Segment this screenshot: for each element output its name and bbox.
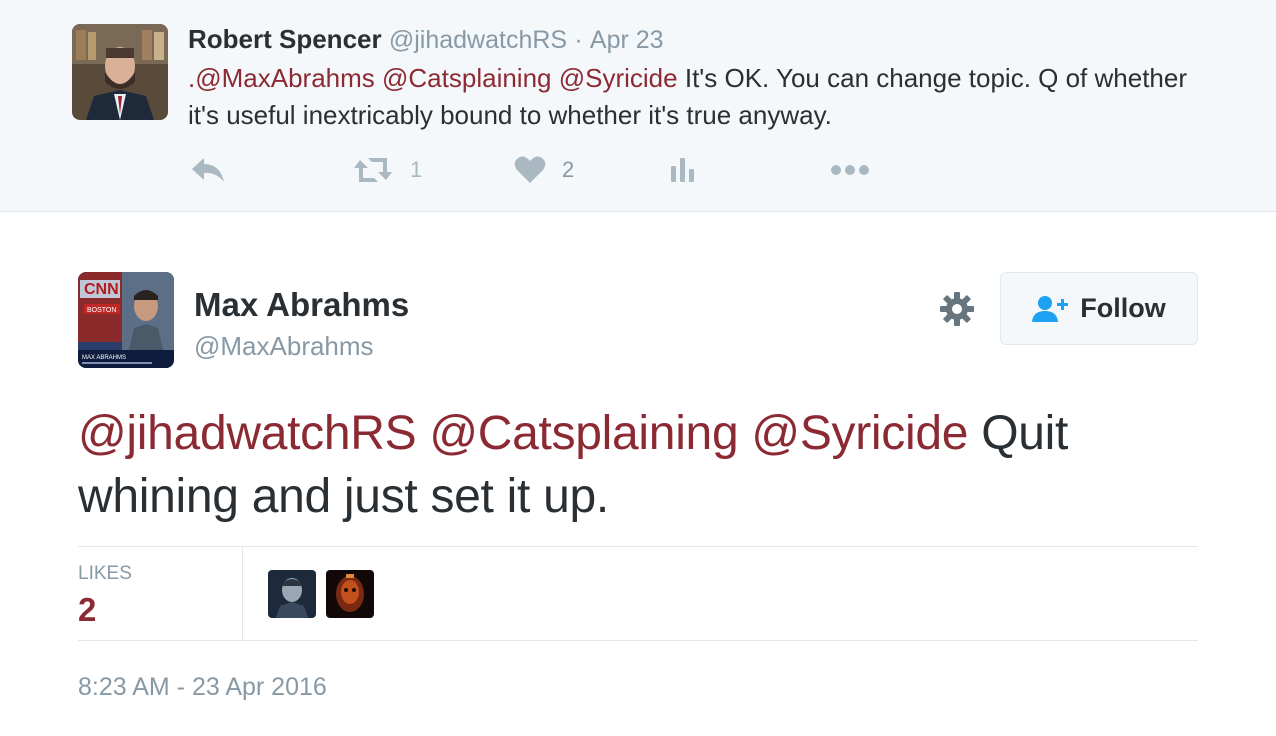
parent-date[interactable]: Apr 23 <box>590 26 664 54</box>
likes-count: 2 <box>78 591 97 628</box>
more-dots-icon <box>831 165 869 175</box>
likes-stat[interactable]: LIKES 2 <box>78 547 243 640</box>
main-screen-name[interactable]: @MaxAbrahms <box>194 331 374 362</box>
svg-text:CNN: CNN <box>84 281 119 298</box>
separator-dot: · <box>574 26 583 54</box>
main-tweet-text: @jihadwatchRS @Catsplaining @Syricide Qu… <box>78 402 1198 528</box>
tweet-stats: LIKES 2 <box>78 546 1198 641</box>
follow-label: Follow <box>1080 293 1166 323</box>
like-count: 2 <box>562 157 575 182</box>
retweet-icon <box>354 158 392 182</box>
svg-text:BOSTON: BOSTON <box>87 307 116 314</box>
parent-tweet: Robert Spencer @jihadwatchRS · Apr 23 .@… <box>0 0 1276 212</box>
liker-avatar[interactable] <box>268 570 316 618</box>
mention-link[interactable]: @Syricide <box>559 63 678 93</box>
parent-tweet-text: .@MaxAbrahms @Catsplaining @Syricide It'… <box>188 60 1208 134</box>
reply-icon <box>192 158 224 182</box>
likes-label: LIKES <box>78 563 132 584</box>
retweet-button[interactable]: 1 <box>352 148 422 192</box>
main-fullname[interactable]: Max Abrahms <box>194 286 409 324</box>
mention-link[interactable]: @Catsplaining <box>429 407 738 460</box>
like-button[interactable]: 2 <box>514 148 574 192</box>
parent-header: Robert Spencer @jihadwatchRS · Apr 23 <box>188 24 664 54</box>
follow-button[interactable]: Follow <box>1000 272 1198 345</box>
liker-avatar[interactable] <box>326 570 374 618</box>
mention-link[interactable]: @jihadwatchRS <box>78 407 417 460</box>
mention-link[interactable]: @Catsplaining <box>382 63 551 93</box>
parent-screen-name[interactable]: @jihadwatchRS <box>389 26 567 54</box>
more-button[interactable] <box>830 148 870 192</box>
mention-link[interactable]: @Syricide <box>751 407 968 460</box>
tweet-timestamp[interactable]: 8:23 AM - 23 Apr 2016 <box>78 673 327 702</box>
main-avatar[interactable]: CNN BOSTON MAX ABRAHMS <box>78 272 174 368</box>
svg-text:MAX ABRAHMS: MAX ABRAHMS <box>82 355 126 361</box>
gear-icon <box>940 292 974 326</box>
retweet-count: 1 <box>410 157 423 182</box>
analytics-button[interactable] <box>670 148 696 192</box>
mention-link[interactable]: .@MaxAbrahms <box>188 63 375 93</box>
heart-icon <box>514 156 546 183</box>
user-actions-button[interactable] <box>936 288 978 330</box>
parent-avatar[interactable] <box>72 24 168 120</box>
parent-fullname[interactable]: Robert Spencer <box>188 24 382 54</box>
analytics-icon <box>671 158 694 182</box>
add-user-icon <box>1032 295 1069 322</box>
reply-button[interactable] <box>190 148 226 192</box>
